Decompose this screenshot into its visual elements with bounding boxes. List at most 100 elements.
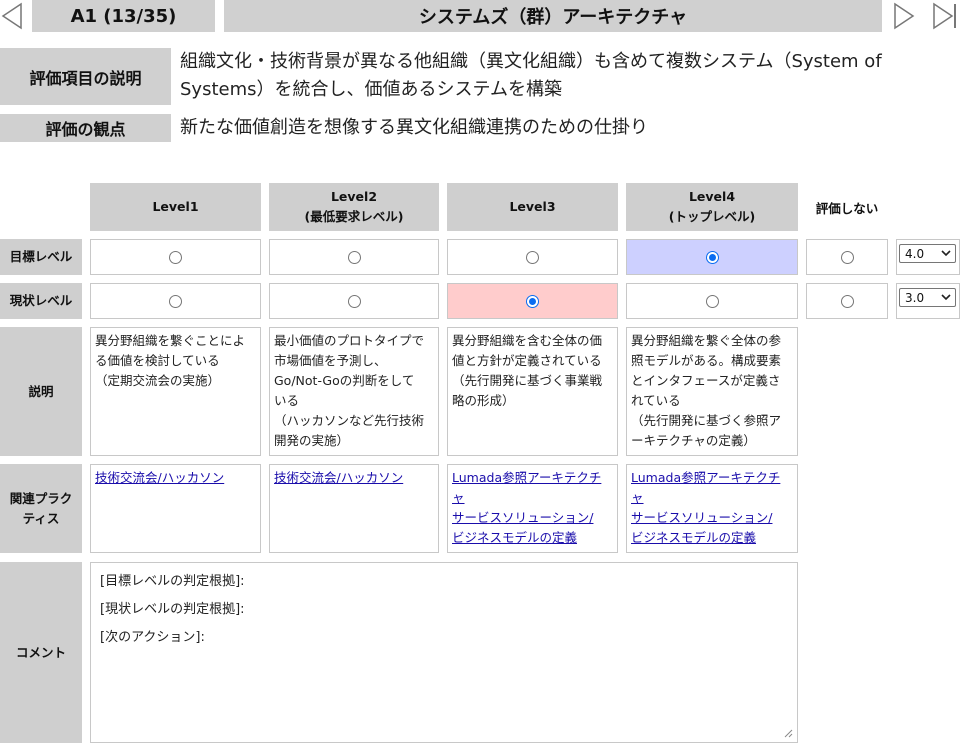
- practice-link[interactable]: ャ: [452, 488, 613, 508]
- column-header-title: Level3: [509, 199, 556, 214]
- explanation-line: Go/Not-Goの判断をして: [274, 373, 415, 388]
- explanation-line: 最小価値のプロトタイプで: [274, 333, 425, 348]
- radio-button-checked[interactable]: [705, 250, 719, 264]
- explanation-line: れている: [631, 393, 681, 408]
- explanation-line: とインタフェースが定義さ: [631, 373, 781, 388]
- radio-button[interactable]: [840, 294, 854, 308]
- current-no-eval-option[interactable]: [806, 283, 888, 319]
- current-level2-option[interactable]: [269, 283, 439, 319]
- radio-button[interactable]: [705, 294, 719, 308]
- column-header-level1: Level1: [90, 183, 261, 231]
- current-level4-option[interactable]: [626, 283, 798, 319]
- comment-line: [次のアクション]:: [100, 630, 205, 645]
- target-level1-option[interactable]: [90, 239, 261, 275]
- explanation-line: 値と方針が定義されている: [452, 353, 602, 368]
- description-line-1: 組織文化・技術背景が異なる他組織（異文化組織）も含めて複数システム（System…: [180, 51, 882, 72]
- next-button[interactable]: [890, 0, 918, 32]
- explanation-line: いる: [274, 393, 300, 408]
- row-header-explanation: 説明: [0, 327, 82, 456]
- current-level3-option[interactable]: [447, 283, 618, 319]
- explanation-line: （先行開発に基づく事業戦: [452, 373, 603, 388]
- comment-line: [目標レベルの判定根拠]:: [100, 574, 245, 589]
- comment-line: [現状レベルの判定根拠]:: [100, 602, 245, 617]
- page-title: システムズ（群）アーキテクチャ: [224, 0, 882, 32]
- radio-button[interactable]: [169, 294, 182, 308]
- radio-button[interactable]: [347, 250, 361, 264]
- explanation-line: （定期交流会の実施）: [95, 373, 221, 388]
- item-id: A1 (13/35): [32, 0, 215, 32]
- explanation-level2: 最小価値のプロトタイプで 市場価値を予測し、 Go/Not-Goの判断をして い…: [269, 327, 439, 456]
- explanation-level1: 異分野組織を繋ぐことによ る価値を検討している （定期交流会の実施）: [90, 327, 261, 456]
- column-header-level3: Level3: [447, 183, 618, 231]
- explanation-line: 異分野組織を含む全体の価: [452, 333, 603, 348]
- radio-button[interactable]: [169, 250, 182, 264]
- practice-level3: Lumada参照アーキテクチ ャ サービスソリューション/ ビジネスモデルの定義: [447, 464, 618, 553]
- explanation-line: （ハッカソンなど先行技術: [274, 413, 425, 428]
- row-header-line: ティス: [22, 510, 60, 526]
- viewpoint-label: 評価の観点: [0, 114, 171, 142]
- practice-link[interactable]: 技術交流会/ハッカソン: [274, 468, 434, 488]
- radio-button[interactable]: [347, 294, 361, 308]
- practice-link[interactable]: サービスソリューション/: [631, 508, 793, 528]
- chevron-down-icon: [941, 250, 951, 257]
- radio-button[interactable]: [840, 250, 854, 264]
- prev-button[interactable]: [0, 0, 24, 32]
- row-header-practice: 関連プラク ティス: [0, 464, 82, 553]
- target-level-select[interactable]: 4.0: [899, 244, 956, 263]
- row-header-current: 現状レベル: [0, 283, 82, 319]
- current-level-select[interactable]: 3.0: [899, 288, 956, 307]
- explanation-line: 異分野組織を繋ぐことによ: [95, 333, 246, 348]
- description-line-2: Systems）を統合し、価値あるシステムを構築: [180, 79, 562, 100]
- description-text: 組織文化・技術背景が異なる他組織（異文化組織）も含めて複数システム（System…: [180, 48, 960, 104]
- column-header-no-eval: 評価しない: [815, 200, 879, 216]
- current-level1-option[interactable]: [90, 283, 261, 319]
- column-header-subtitle: (最低要求レベル): [304, 209, 404, 224]
- row-header-comment: コメント: [0, 562, 82, 743]
- target-level3-option[interactable]: [447, 239, 618, 275]
- explanation-line: る価値を検討している: [95, 353, 220, 368]
- row-header-target: 目標レベル: [0, 239, 82, 275]
- explanation-line: （先行開発に基づく参照ア: [631, 413, 782, 428]
- viewpoint-text: 新たな価値創造を想像する異文化組織連携のための仕掛り: [180, 117, 648, 138]
- triangle-left-icon: [1, 2, 22, 30]
- radio-button[interactable]: [526, 250, 539, 264]
- column-header-level2: Level2 (最低要求レベル): [269, 183, 439, 231]
- practice-link[interactable]: ビジネスモデルの定義: [452, 528, 613, 548]
- explanation-level4: 異分野組織を繋ぐ全体の参 照モデルがある。構成要素 とインタフェースが定義さ れ…: [626, 327, 798, 456]
- row-header-line: 関連プラク: [9, 490, 73, 506]
- explanation-line: ーキテクチャの定義）: [631, 433, 756, 448]
- target-level4-option[interactable]: [626, 239, 798, 275]
- description-label: 評価項目の説明: [0, 48, 171, 105]
- explanation-level3: 異分野組織を含む全体の価 値と方針が定義されている （先行開発に基づく事業戦 略…: [447, 327, 618, 456]
- explanation-line: 略の形成）: [452, 393, 515, 408]
- practice-link[interactable]: ビジネスモデルの定義: [631, 528, 793, 548]
- column-header-title: Level2: [330, 189, 378, 204]
- radio-button-checked[interactable]: [526, 294, 539, 308]
- explanation-line: 照モデルがある。構成要素: [631, 353, 782, 368]
- comment-textarea[interactable]: [目標レベルの判定根拠]: [現状レベルの判定根拠]: [次のアクション]:: [90, 562, 798, 743]
- target-level-value: 4.0: [905, 246, 925, 261]
- practice-link[interactable]: Lumada参照アーキテクチ: [452, 468, 613, 488]
- practice-link[interactable]: サービスソリューション/: [452, 508, 613, 528]
- explanation-line: 市場価値を予測し、: [274, 353, 387, 368]
- resize-handle-icon[interactable]: [783, 728, 793, 738]
- practice-link[interactable]: 技術交流会/ハッカソン: [95, 468, 256, 488]
- practice-link[interactable]: Lumada参照アーキテクチ: [631, 468, 793, 488]
- practice-level4: Lumada参照アーキテクチ ャ サービスソリューション/ ビジネスモデルの定義: [626, 464, 798, 553]
- skip-to-last-icon: [933, 2, 956, 30]
- explanation-line: 異分野組織を繋ぐ全体の参: [631, 333, 782, 348]
- current-level-value: 3.0: [905, 290, 925, 305]
- column-header-title: Level1: [152, 199, 199, 214]
- column-header-subtitle: (トップレベル): [668, 209, 756, 224]
- triangle-right-icon: [894, 2, 915, 30]
- practice-link[interactable]: ャ: [631, 488, 793, 508]
- practice-level1: 技術交流会/ハッカソン: [90, 464, 261, 553]
- target-no-eval-option[interactable]: [806, 239, 888, 275]
- column-header-level4: Level4 (トップレベル): [626, 183, 798, 231]
- target-level2-option[interactable]: [269, 239, 439, 275]
- explanation-line: 開発の実施）: [274, 433, 350, 448]
- last-button[interactable]: [930, 0, 960, 32]
- practice-level2: 技術交流会/ハッカソン: [269, 464, 439, 553]
- chevron-down-icon: [941, 294, 951, 301]
- column-header-title: Level4: [688, 189, 736, 204]
